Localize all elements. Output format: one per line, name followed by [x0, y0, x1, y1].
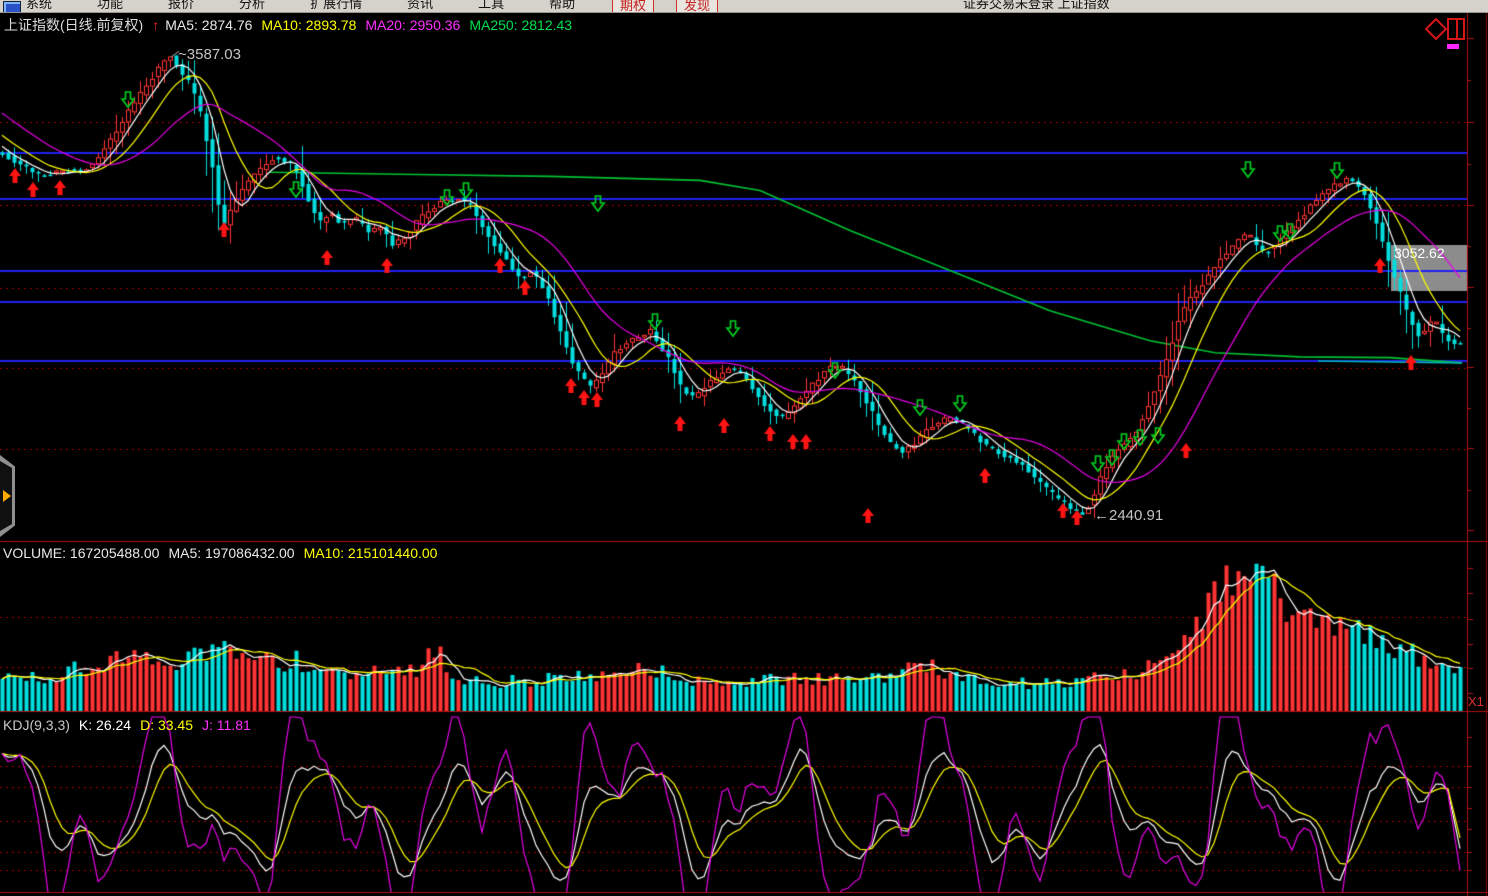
- peak-price-label: ~3587.03: [178, 46, 241, 63]
- kdj-label: D: 33.45: [140, 717, 193, 733]
- volume-label: MA5: 197086432.00: [168, 545, 294, 561]
- ma-label: MA5: 2874.76: [165, 17, 252, 33]
- menu-hot-item[interactable]: 发现: [676, 0, 718, 13]
- kdj-label: J: 11.81: [202, 717, 251, 733]
- ma-label: MA10: 2893.78: [261, 17, 356, 33]
- main-chart-title-row: 上证指数(日线.前复权)↑MA5: 2874.76MA10: 2893.78MA…: [4, 15, 581, 35]
- kdj-label: KDJ(9,3,3): [3, 717, 70, 733]
- ma-labels: MA5: 2874.76 MA10: 2893.78 MA20: 2950.36 MA…: [165, 17, 581, 33]
- menu-item[interactable]: 报价: [168, 0, 194, 12]
- restore-window-icon[interactable]: [1447, 18, 1465, 40]
- menu-item[interactable]: 工具: [478, 0, 504, 12]
- x1-scale-label: X1: [1468, 694, 1484, 709]
- menu-item[interactable]: 帮助: [549, 0, 575, 12]
- up-arrow-icon: ↑: [152, 17, 159, 33]
- current-price-marker: 3052.62: [1394, 245, 1445, 261]
- menu-item[interactable]: 功能: [97, 0, 123, 12]
- menu-items: 系统 功能 报价 分析 扩展行情 资讯 工具 帮助: [26, 0, 575, 12]
- expand-arrow-icon: [3, 490, 11, 502]
- ma-label: MA250: 2812.43: [469, 17, 572, 33]
- chart-canvas[interactable]: [0, 0, 1488, 896]
- volume-title-row: VOLUME: 167205488.00 MA5: 197086432.00 MA1…: [3, 545, 446, 561]
- menu-item[interactable]: 扩展行情: [310, 0, 362, 12]
- menu-hot-items: 期权 发现: [612, 0, 718, 13]
- trading-app-window: 系统 功能 报价 分析 扩展行情 资讯 工具 帮助 期权 发现 证券交易未登录 上证指数 上证指…: [0, 0, 1488, 896]
- app-logo-icon[interactable]: [3, 1, 21, 13]
- sidebar-expand-handle[interactable]: [0, 455, 15, 537]
- magenta-marker-icon: [1447, 44, 1459, 49]
- menu-item[interactable]: 系统: [26, 0, 52, 12]
- low-price-label: ←2440.91: [1094, 507, 1163, 524]
- menu-hot-item[interactable]: 期权: [612, 0, 654, 13]
- menu-item[interactable]: 分析: [239, 0, 265, 12]
- volume-label: MA10: 215101440.00: [304, 545, 438, 561]
- menu-bar: 系统 功能 报价 分析 扩展行情 资讯 工具 帮助 期权 发现 证券交易未登录 上证指数: [0, 0, 1488, 13]
- symbol-title: 上证指数(日线.前复权): [4, 17, 143, 33]
- menu-item[interactable]: 资讯: [407, 0, 433, 12]
- kdj-title-row: KDJ(9,3,3) K: 26.24 D: 33.45 J: 11.81: [3, 717, 260, 733]
- volume-label: VOLUME: 167205488.00: [3, 545, 159, 561]
- login-status-text[interactable]: 证券交易未登录 上证指数: [963, 0, 1110, 12]
- ma-label: MA20: 2950.36: [365, 17, 460, 33]
- kdj-label: K: 26.24: [79, 717, 131, 733]
